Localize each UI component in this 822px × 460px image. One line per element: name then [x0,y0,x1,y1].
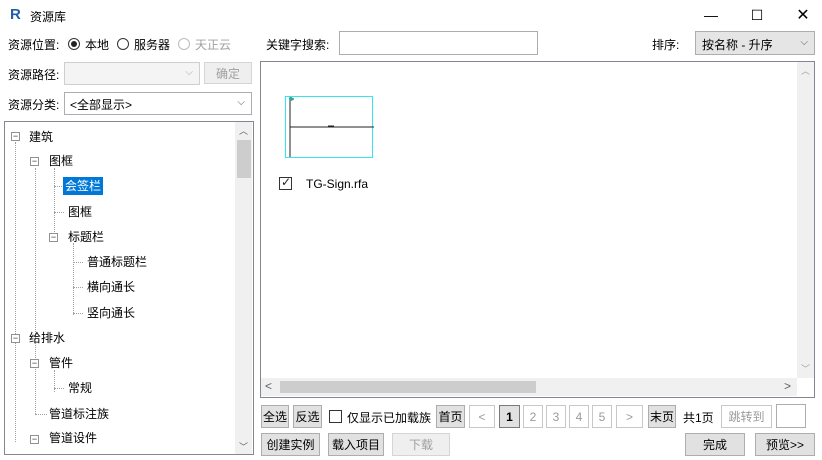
tree-node-general[interactable]: 常规 [68,379,92,397]
tree-guide [73,287,83,288]
tree-node-pipe-annotation[interactable]: 管道标注族 [49,405,109,423]
scroll-down-icon[interactable]: ﹀ [801,362,810,375]
minimize-button[interactable]: — [688,0,734,30]
item-checkbox[interactable] [279,175,292,190]
tree-node-normal-titleblock[interactable]: 普通标题栏 [87,253,147,271]
path-combo: ⌵ [64,62,200,85]
family-thumbnail[interactable] [285,96,374,158]
radio-cloud-label: 天正云 [195,38,232,52]
jump-page-input[interactable] [776,404,806,428]
tree-node-architecture[interactable]: 建筑 [29,128,53,146]
total-pages-label: 共1页 [683,411,714,425]
location-label: 资源位置: [8,38,60,52]
download-button: 下载 [392,433,450,456]
preview-hscroll-thumb[interactable] [280,381,536,393]
prev-page-button[interactable]: < [469,405,495,428]
page-button-4[interactable]: 4 [569,405,589,428]
tree-node-plumbing[interactable]: 给排水 [29,329,65,347]
page-button-2[interactable]: 2 [523,405,543,428]
collapse-icon[interactable]: − [11,334,20,343]
window-title: 资源库 [30,10,67,24]
tree-guide [73,243,74,315]
tree-node-frame[interactable]: 图框 [49,152,73,170]
tree-node-pipe-accessory[interactable]: 管道设件 [49,429,97,447]
first-page-button[interactable]: 首页 [436,405,465,428]
scroll-up-icon[interactable]: ︿ [801,64,810,77]
only-loaded-checkbox[interactable] [329,410,342,423]
category-value: <全部显示> [70,98,133,112]
tree-node-signoff[interactable]: 会签栏 [63,177,104,195]
invert-selection-button[interactable]: 反选 [293,405,322,428]
sort-select[interactable]: 按名称 - 升序 ⌵ [695,31,815,55]
page-button-3[interactable]: 3 [546,405,566,428]
tree-node-fittings[interactable]: 管件 [49,354,73,372]
tree-guide [54,212,64,213]
maximize-button[interactable]: ☐ [734,0,780,30]
tree-guide [35,168,36,414]
tree-guide [35,414,47,415]
chevron-down-icon: ⌵ [237,97,245,108]
resource-tree[interactable]: − 建筑 − 图框 会签栏 图框 − 标题栏 普通标题栏 横向通长 竖向通长 −… [4,121,254,455]
titleblock-drawing-icon [289,97,374,157]
scroll-down-icon[interactable]: ﹀ [239,440,248,453]
page-button-5[interactable]: 5 [592,405,612,428]
radio-server[interactable] [117,38,129,50]
tree-node-titleblock[interactable]: 标题栏 [68,228,104,246]
path-label: 资源路径: [8,68,60,82]
collapse-icon[interactable]: − [11,132,20,141]
tree-guide [54,388,64,389]
category-label: 资源分类: [8,98,60,112]
tree-guide [54,168,55,240]
radio-server-label[interactable]: 服务器 [134,36,170,53]
confirm-button: 确定 [204,62,252,84]
collapse-icon[interactable]: − [30,157,39,166]
close-button[interactable]: ✕ [780,0,822,30]
only-loaded-label[interactable]: 仅显示已加载族 [347,409,431,426]
sort-value: 按名称 - 升序 [702,38,773,52]
search-label: 关键字搜索: [266,38,330,52]
sort-label: 排序: [652,38,680,52]
tree-node-vertical[interactable]: 竖向通长 [87,304,135,322]
radio-cloud [178,38,190,50]
revit-logo-icon: R [10,6,21,23]
tree-node-frame-sub[interactable]: 图框 [68,203,92,221]
radio-local-label[interactable]: 本地 [85,36,109,53]
scroll-up-icon[interactable]: ︿ [239,124,248,137]
chevron-down-icon: ⌵ [185,67,193,78]
load-project-button[interactable]: 载入项目 [328,433,384,456]
item-filename[interactable]: TG-Sign.rfa [306,177,368,191]
select-all-button[interactable]: 全选 [261,405,289,428]
scroll-left-icon[interactable]: < [265,379,272,393]
last-page-button[interactable]: 末页 [648,405,676,428]
jump-to-button[interactable]: 跳转到 [721,405,772,428]
tree-guide [73,313,83,314]
tree-scroll-thumb[interactable] [237,140,251,178]
preview-vscrollbar[interactable] [797,62,814,378]
chevron-down-icon: ⌵ [800,37,808,48]
scroll-right-icon[interactable]: > [784,379,791,393]
tree-guide [15,142,16,442]
done-button[interactable]: 完成 [685,433,745,456]
expand-icon[interactable]: − [30,435,39,444]
search-input[interactable] [339,31,538,55]
tree-guide [73,262,83,263]
collapse-icon[interactable]: − [30,359,39,368]
tree-node-horizontal[interactable]: 横向通长 [87,278,135,296]
preview-toggle-button[interactable]: 预览>> [755,433,815,456]
collapse-icon[interactable]: − [49,233,58,242]
create-instance-button[interactable]: 创建实例 [261,433,320,456]
page-button-1[interactable]: 1 [499,405,520,428]
category-select[interactable]: <全部显示> ⌵ [64,92,252,115]
radio-local[interactable] [68,38,80,50]
next-page-button[interactable]: > [616,405,643,428]
